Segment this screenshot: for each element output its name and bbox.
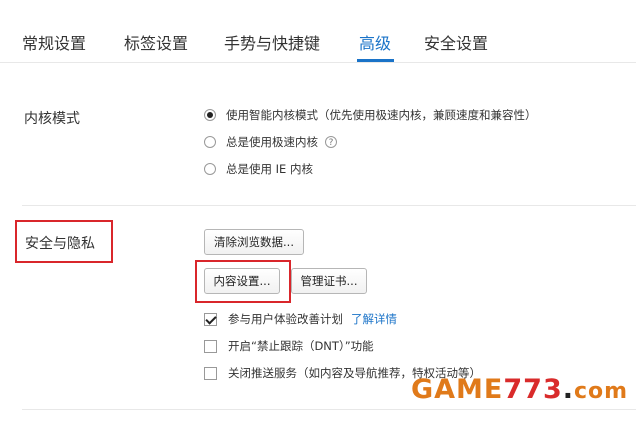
kernel-mode-label: 内核模式	[24, 111, 80, 127]
tab-tabs[interactable]: 标签设置	[124, 30, 188, 54]
settings-tab-bar: 常规设置 标签设置 手势与快捷键 高级 安全设置	[0, 0, 636, 63]
manage-certificates-button[interactable]: 管理证书...	[291, 268, 367, 294]
watermark-dot: .	[562, 374, 575, 405]
radio-speed-kernel[interactable]: 总是使用极速内核 ?	[204, 134, 337, 150]
radio-button[interactable]	[204, 163, 216, 175]
active-tab-indicator	[357, 59, 394, 62]
checkbox[interactable]	[204, 339, 217, 353]
learn-more-link[interactable]: 了解详情	[351, 311, 397, 327]
tab-security[interactable]: 安全设置	[424, 30, 488, 54]
highlight-box-privacy	[15, 220, 113, 263]
watermark-number-text: 773	[503, 374, 563, 405]
checkbox[interactable]	[204, 366, 217, 380]
clear-browsing-data-button[interactable]: 清除浏览数据...	[204, 229, 304, 255]
checkbox-label: 开启“禁止跟踪（DNT）”功能	[228, 339, 374, 353]
radio-label: 使用智能内核模式（优先使用极速内核，兼顾速度和兼容性）	[226, 108, 537, 122]
section-divider-bottom	[22, 409, 636, 410]
radio-label: 总是使用极速内核	[226, 135, 318, 149]
radio-button[interactable]	[204, 136, 216, 148]
watermark-logo: GAME773.com	[411, 374, 628, 405]
tab-general[interactable]: 常规设置	[22, 30, 86, 54]
radio-ie-kernel[interactable]: 总是使用 IE 内核	[204, 161, 313, 177]
radio-button-checked[interactable]	[204, 109, 216, 121]
radio-smart-kernel[interactable]: 使用智能内核模式（优先使用极速内核，兼顾速度和兼容性）	[204, 107, 537, 123]
checkbox-checked[interactable]	[204, 312, 217, 326]
watermark-com-text: com	[574, 379, 629, 404]
checkbox-ux-improvement[interactable]: 参与用户体验改善计划 了解详情	[204, 311, 397, 327]
watermark-game-text: GAME	[411, 374, 504, 405]
tab-advanced[interactable]: 高级	[359, 30, 391, 54]
checkbox-dnt[interactable]: 开启“禁止跟踪（DNT）”功能	[204, 338, 374, 354]
radio-label: 总是使用 IE 内核	[226, 162, 313, 176]
highlight-box-content-settings	[195, 260, 291, 303]
section-divider	[22, 205, 636, 206]
checkbox-label: 参与用户体验改善计划	[228, 312, 343, 326]
tab-gestures-shortcuts[interactable]: 手势与快捷键	[224, 30, 320, 54]
help-icon[interactable]: ?	[325, 136, 337, 148]
